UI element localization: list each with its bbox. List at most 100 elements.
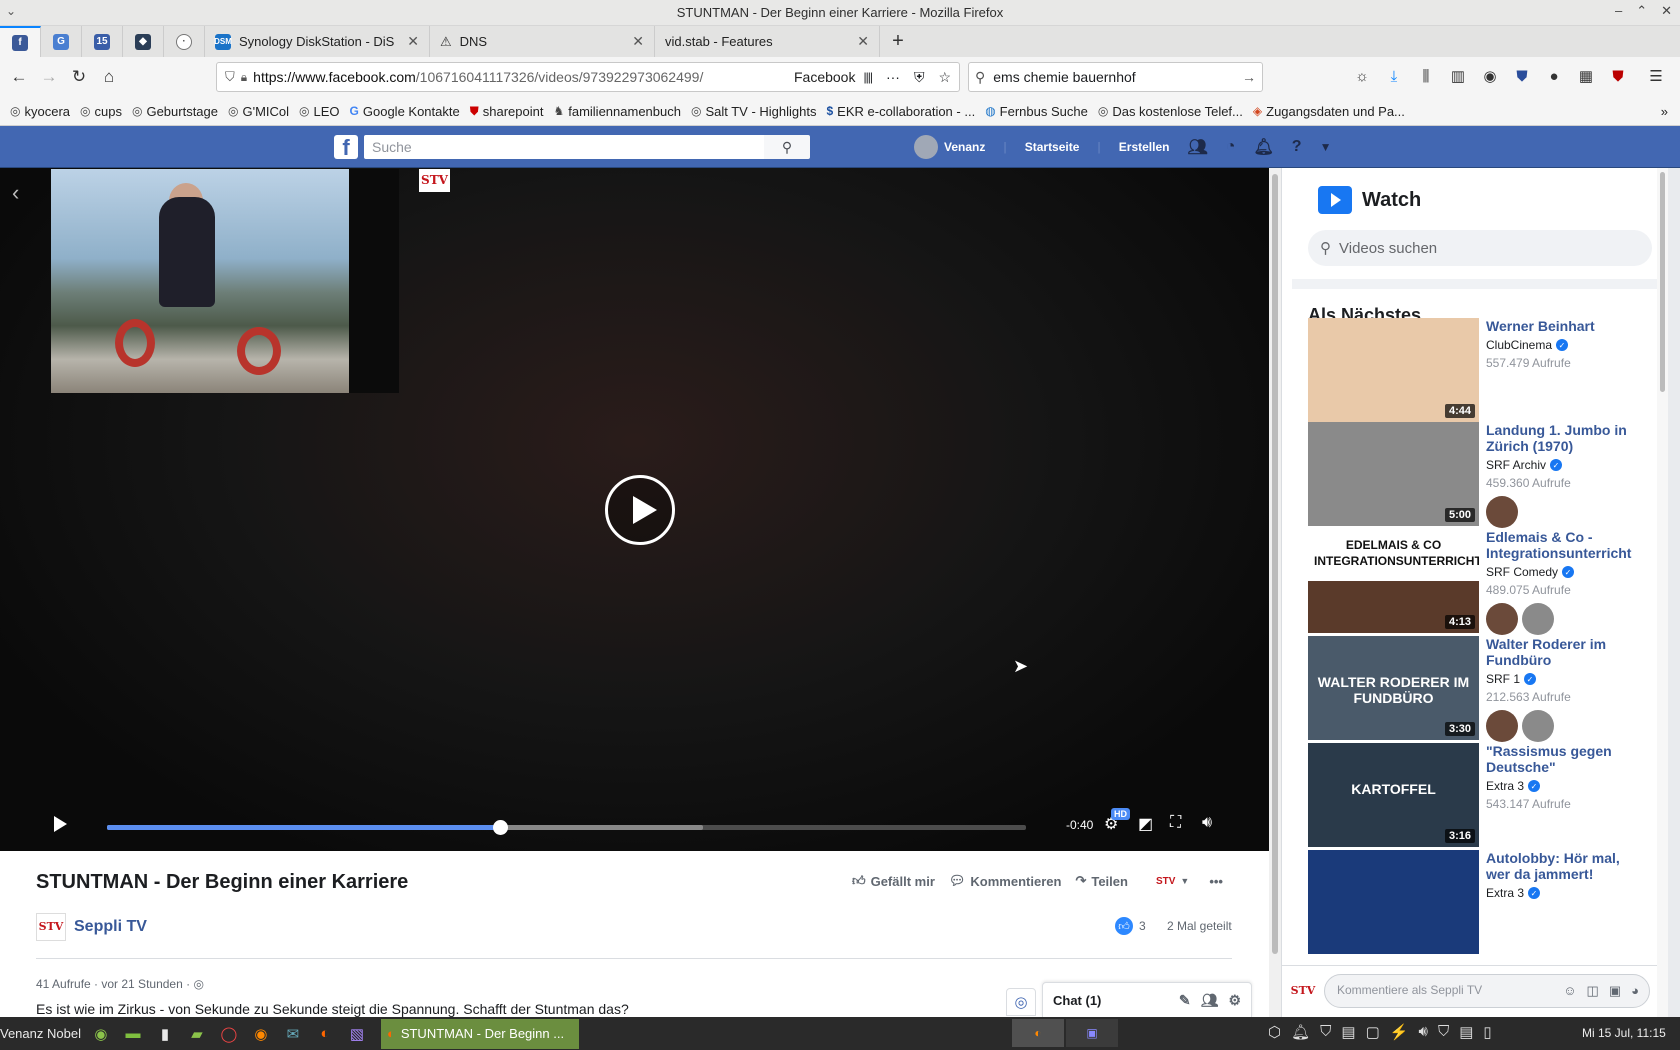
page-actions-icon[interactable]: ··· (886, 69, 900, 85)
video-title-link[interactable]: Autolobby: Hör mal, wer da jammert! (1486, 850, 1646, 882)
back-chevron-icon[interactable]: ‹ (12, 180, 19, 206)
pinned-tab-globe[interactable]: · (164, 26, 205, 57)
go-arrow-icon[interactable]: → (1242, 69, 1256, 85)
chat-bar[interactable]: Chat (1) ✎ 👥︎ ⚙ (1042, 982, 1252, 1018)
comment-button[interactable]: 💬︎ Kommentieren (949, 873, 1062, 889)
create-link[interactable]: Erstellen (1119, 140, 1170, 154)
extension-colors-icon[interactable]: ● (1542, 64, 1566, 88)
group-icon[interactable]: 👥︎ (1201, 992, 1219, 1009)
ublock-icon[interactable]: ⛊ (1606, 64, 1630, 88)
firefox-icon[interactable]: ◐ (311, 1020, 339, 1048)
pinned-tab-facebook[interactable]: f (0, 26, 41, 57)
up-next-video-item[interactable]: WALTER RODERER IM FUNDBÜRO 3:30 Walter Rod… (1308, 636, 1648, 742)
bookmark-item[interactable]: ◎ LEO (299, 104, 340, 119)
url-bar[interactable]: ⛉ 🔒︎ https://www.facebook.com/1067160411… (216, 62, 960, 92)
fullscreen-icon[interactable]: ⛶ (1170, 814, 1181, 832)
sticker-icon[interactable]: ◕ (1631, 983, 1639, 999)
mint-menu-icon[interactable]: ◉ (87, 1020, 115, 1048)
page-selector[interactable]: STV ▼ (1156, 873, 1189, 889)
bookmark-item[interactable]: ◎ Salt TV - Highlights (691, 104, 817, 119)
video-title-link[interactable]: Werner Beinhart (1486, 318, 1646, 334)
tab-dns[interactable]: ⚠ DNS ✕ (430, 26, 655, 57)
bookmark-item[interactable]: ◈ Zugangsdaten und Pa... (1253, 104, 1405, 119)
close-window-icon[interactable]: ✕ (1661, 3, 1672, 19)
close-tab-icon[interactable]: ✕ (632, 33, 644, 50)
bookmark-item[interactable]: ◍ Fernbus Suche (985, 104, 1088, 119)
video-channel[interactable]: Extra 3 ✓ (1486, 779, 1541, 793)
sidebar-icon[interactable]: ▥ (1446, 64, 1470, 88)
share-count[interactable]: 2 Mal geteilt (1167, 919, 1232, 933)
clock[interactable]: Mi 15 Jul, 11:15 (1582, 1026, 1666, 1040)
video-title-link[interactable]: Edlemais & Co - Integrationsunterricht (1486, 529, 1646, 561)
profile-link[interactable]: Venanz (914, 135, 985, 159)
up-next-video-item[interactable]: Autolobby: Hör mal, wer da jammert! Extra… (1308, 850, 1648, 956)
main-scrollbar[interactable] (1269, 168, 1281, 1017)
forward-button[interactable]: → (34, 62, 64, 92)
video-thumbnail[interactable]: 4:44 (1308, 318, 1479, 422)
up-next-video-item[interactable]: KARTOFFEL 3:16 "Rassismus gegen Deutsche" E… (1308, 743, 1648, 849)
opera-icon[interactable]: ◯ (215, 1020, 243, 1048)
avatar[interactable] (1486, 496, 1518, 528)
up-next-video-item[interactable]: 5:00 Landung 1. Jumbo in Zürich (1970) SRF… (1308, 422, 1648, 528)
bookmark-item[interactable]: ◎ cups (80, 104, 122, 119)
bookmark-star-icon[interactable]: ☆ (938, 69, 951, 86)
screenshot-icon[interactable]: ▧ (343, 1020, 371, 1048)
video-channel[interactable]: SRF Comedy ✓ (1486, 565, 1575, 579)
messenger-icon[interactable]: ◔ (1226, 138, 1236, 156)
reload-button[interactable]: ↻ (64, 62, 94, 92)
back-button[interactable]: ← (4, 62, 34, 92)
pocket-icon[interactable]: ⛨ (914, 69, 925, 86)
fb-search-input[interactable]: Suche (364, 135, 764, 159)
video-channel[interactable]: ClubCinema ✓ (1486, 338, 1569, 352)
files-icon[interactable]: ▰ (183, 1020, 211, 1048)
like-button[interactable]: 👍︎ Gefällt mir (852, 873, 935, 889)
play-icon[interactable] (54, 816, 67, 832)
sidebar-scrollbar[interactable] (1657, 168, 1668, 1017)
settings-gear-icon[interactable]: ⚙ (1228, 992, 1241, 1009)
pinned-tab-calendar[interactable]: 15 (82, 26, 123, 57)
up-next-video-item[interactable]: 4:44 Werner Beinhart ClubCinema ✓ 557.479 Au… (1308, 318, 1648, 424)
bookmark-item[interactable]: ♞ familiennamenbuch (553, 104, 681, 119)
shield-icon[interactable]: ⛉ (1320, 1023, 1331, 1041)
video-channel[interactable]: SRF 1 ✓ (1486, 672, 1537, 686)
video-title-link[interactable]: Walter Roderer im Fundbüro (1486, 636, 1646, 668)
extension-sun-icon[interactable]: ☼ (1350, 64, 1374, 88)
video-thumbnail[interactable]: EDELMAIS & CO INTEGRATIONSUNTERRICHT 4:13 (1308, 529, 1479, 633)
video-channel[interactable]: Extra 3 ✓ (1486, 886, 1541, 900)
notifications-icon[interactable]: 🔔︎ (1253, 137, 1273, 157)
play-button[interactable] (605, 475, 675, 545)
volume-icon[interactable]: 🔊︎ (1202, 814, 1212, 832)
bookmarks-overflow-icon[interactable]: » (1661, 104, 1668, 119)
emoji-icon[interactable]: ☺ (1563, 983, 1576, 999)
show-desktop-icon[interactable]: ▬ (119, 1020, 147, 1048)
volume-icon[interactable]: 🔊︎ (1418, 1023, 1427, 1041)
video-thumbnail[interactable]: 5:00 (1308, 422, 1479, 526)
progress-knob[interactable] (493, 820, 509, 835)
video-title-link[interactable]: Landung 1. Jumbo in Zürich (1970) (1486, 422, 1646, 454)
camera-icon[interactable]: ◫ (1587, 983, 1599, 999)
avatar[interactable] (1522, 603, 1554, 635)
share-button[interactable]: ↷ Teilen (1075, 873, 1128, 889)
videos-search-input[interactable]: ⚲ Videos suchen (1308, 230, 1652, 266)
battery-icon[interactable]: ▯ (1483, 1023, 1491, 1041)
globe-icon[interactable]: ◎ (1006, 988, 1036, 1016)
clipboard-icon[interactable]: ▤ (1341, 1023, 1355, 1041)
pinned-tab-codeberg[interactable]: ◆ (123, 26, 164, 57)
help-icon[interactable]: ? (1292, 138, 1302, 156)
tab-synology[interactable]: DSM Synology DiskStation - DiS ✕ (205, 26, 430, 57)
close-tab-icon[interactable]: ✕ (857, 33, 869, 50)
video-player[interactable]: ‹ STV ➤ (0, 168, 1269, 851)
account-icon[interactable]: ◉ (1478, 64, 1502, 88)
extension-grid-icon[interactable]: ▦ (1574, 64, 1598, 88)
channel-name[interactable]: Seppli TV (74, 918, 147, 936)
bookmark-item[interactable]: ◎ G'MICol (228, 104, 289, 119)
terminal-icon[interactable]: ▮ (151, 1020, 179, 1048)
home-button[interactable]: ⌂ (94, 62, 124, 92)
maximize-icon[interactable]: ⌃ (1636, 3, 1647, 19)
bookmark-item[interactable]: $ EKR e-collaboration - ... (826, 104, 975, 119)
pinned-tab-gs[interactable]: G (41, 26, 82, 57)
tab-vidstab[interactable]: vid.stab - Features ✕ (655, 26, 880, 57)
mail-icon[interactable]: ✉ (279, 1020, 307, 1048)
bookmark-item[interactable]: ◎ Das kostenlose Telef... (1098, 104, 1243, 119)
fb-search-button[interactable]: ⚲ (764, 135, 810, 159)
